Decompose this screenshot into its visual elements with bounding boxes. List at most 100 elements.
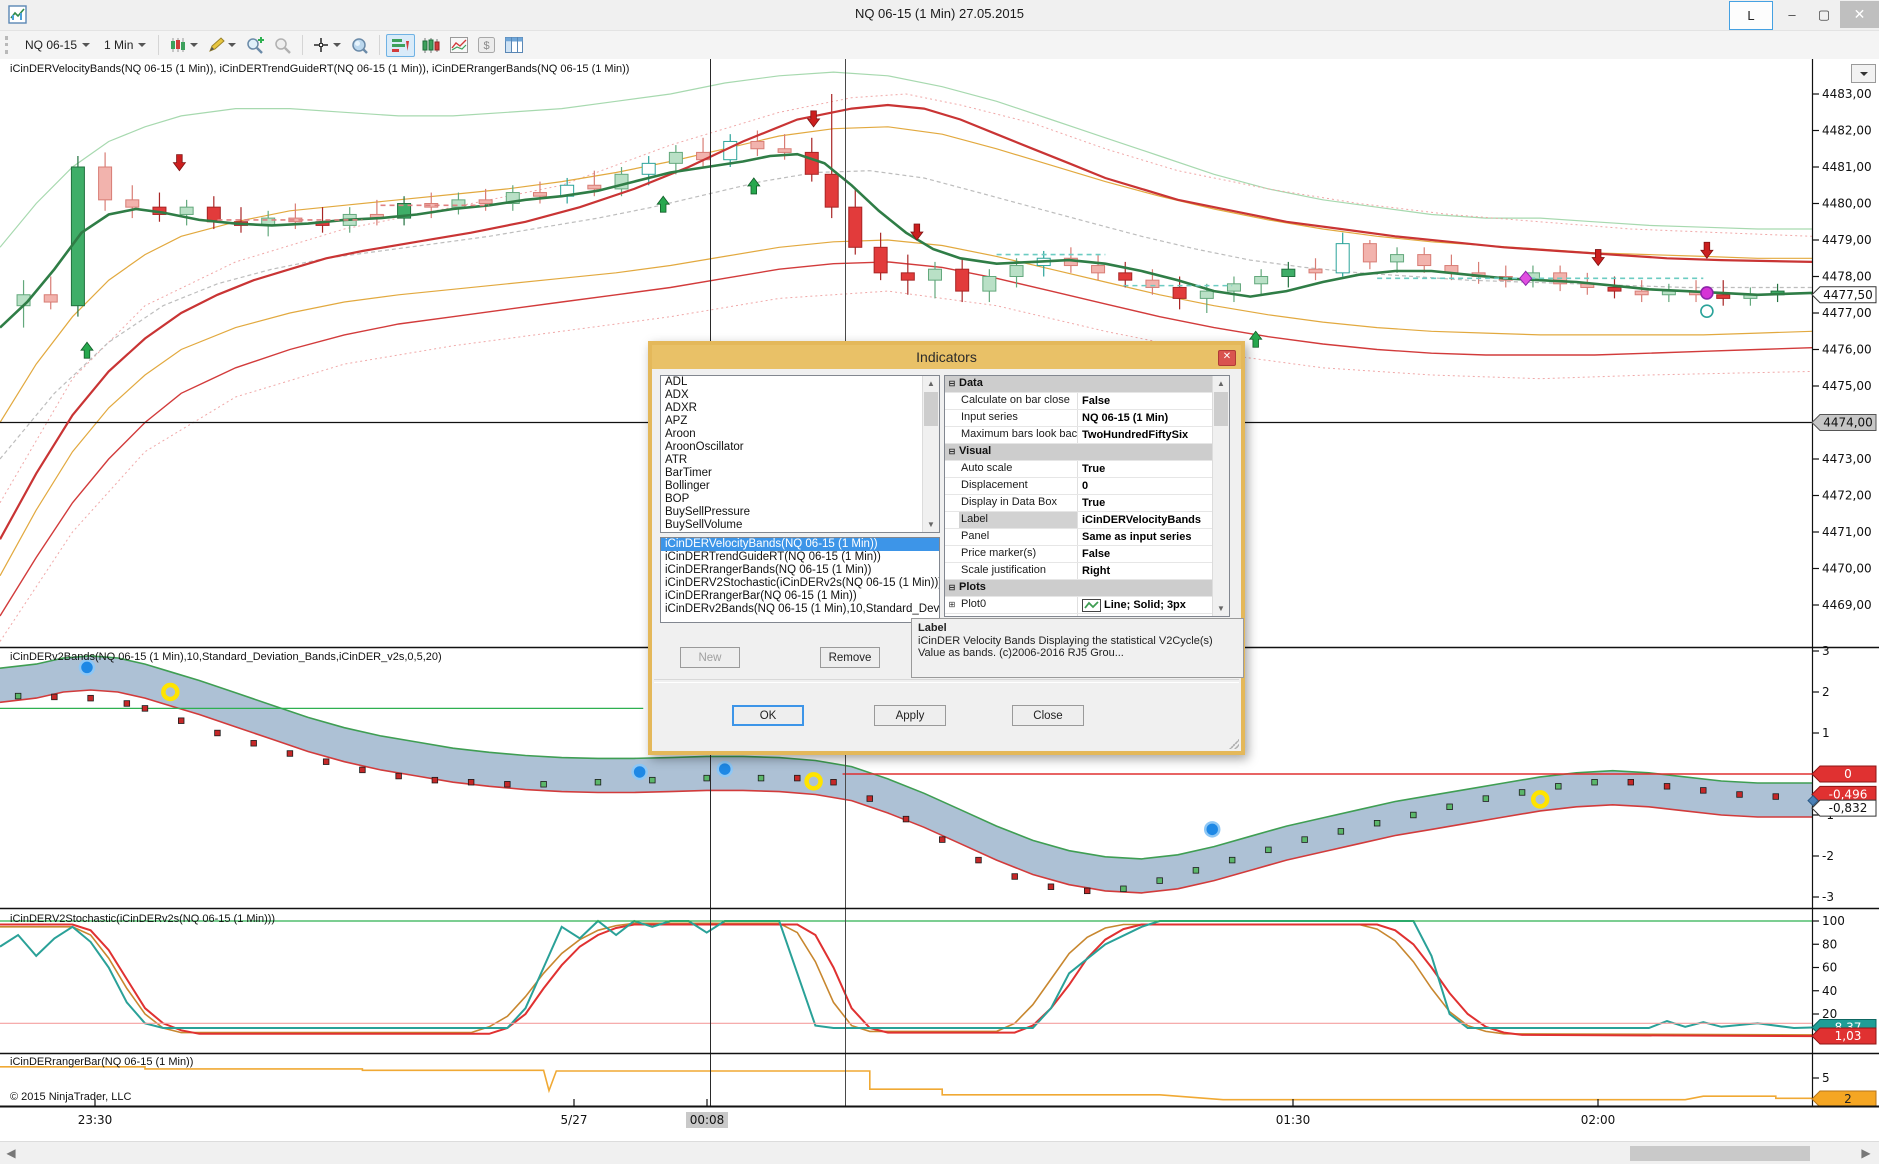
property-value[interactable]: Line; Solid; 2px: [1078, 614, 1229, 617]
property-row[interactable]: Auto scaleTrue: [945, 461, 1229, 478]
configured-indicator-item[interactable]: iCinDERVelocityBands(NQ 06-15 (1 Min)): [661, 538, 939, 551]
scroll-up-icon[interactable]: ▲: [1213, 376, 1229, 391]
property-value[interactable]: True: [1078, 495, 1229, 511]
configured-indicators-list[interactable]: iCinDERVelocityBands(NQ 06-15 (1 Min))iC…: [660, 537, 940, 623]
property-row[interactable]: Input seriesNQ 06-15 (1 Min): [945, 410, 1229, 427]
draw-tool-button[interactable]: [204, 35, 240, 55]
scroll-down-icon[interactable]: ▼: [923, 517, 939, 532]
indicator-option[interactable]: APZ: [661, 415, 939, 428]
configured-indicator-item[interactable]: iCinDERrangerBands(NQ 06-15 (1 Min)): [661, 564, 939, 577]
property-row[interactable]: ⊞Plot0Line; Solid; 3px: [945, 597, 1229, 614]
property-category[interactable]: ⊟Data: [945, 376, 1229, 393]
property-name[interactable]: Display in Data Box: [959, 495, 1078, 511]
property-name[interactable]: Plot0: [959, 597, 1078, 613]
property-name[interactable]: Price marker(s): [959, 546, 1078, 562]
property-name[interactable]: Input series: [959, 410, 1078, 426]
property-value[interactable]: Line; Solid; 3px: [1078, 597, 1229, 613]
grid-scrollbar[interactable]: ▲▼: [1212, 376, 1229, 616]
expand-icon[interactable]: ⊞: [945, 597, 959, 613]
dialog-close-button[interactable]: ✕: [1218, 350, 1236, 366]
link-button[interactable]: L: [1729, 1, 1773, 30]
property-value[interactable]: True: [1078, 461, 1229, 477]
property-row[interactable]: Displacement0: [945, 478, 1229, 495]
zoom-in-button[interactable]: [242, 35, 268, 56]
scroll-up-icon[interactable]: ▲: [923, 376, 939, 391]
property-name[interactable]: Scale justification: [959, 563, 1078, 579]
account-button[interactable]: $: [474, 35, 499, 55]
configured-indicator-item[interactable]: iCinDERTrendGuideRT(NQ 06-15 (1 Min)): [661, 551, 939, 564]
property-row[interactable]: Display in Data BoxTrue: [945, 495, 1229, 512]
property-row[interactable]: Scale justificationRight: [945, 563, 1229, 580]
data-grid-button[interactable]: [501, 35, 527, 55]
property-category[interactable]: ⊟Plots: [945, 580, 1229, 597]
remove-button[interactable]: Remove: [820, 647, 880, 668]
indicator-option[interactable]: ADXR: [661, 402, 939, 415]
property-category[interactable]: ⊟Visual: [945, 444, 1229, 461]
indicator-option[interactable]: BOP: [661, 493, 939, 506]
data-inspector-button[interactable]: [347, 35, 373, 56]
dialog-close-action-button[interactable]: Close: [1012, 705, 1084, 726]
scroll-left-icon[interactable]: ◀: [2, 1145, 20, 1162]
list-scrollbar[interactable]: ▲▼: [922, 376, 939, 532]
property-row[interactable]: LabeliCinDERVelocityBands: [945, 512, 1229, 529]
minimize-button[interactable]: –: [1776, 1, 1808, 28]
indicator-option[interactable]: BuySellPressure: [661, 506, 939, 519]
chart-trader-button[interactable]: [386, 34, 415, 57]
dom-button[interactable]: [417, 35, 444, 56]
configured-indicator-item[interactable]: iCinDERV2Stochastic(iCinDERv2s(NQ 06-15 …: [661, 577, 939, 590]
dialog-title-bar[interactable]: Indicators: [652, 345, 1241, 369]
instrument-selector[interactable]: NQ 06-15: [18, 36, 97, 54]
indicator-option[interactable]: BuySellVolume: [661, 519, 939, 532]
property-name[interactable]: Maximum bars look back: [959, 427, 1078, 443]
configured-indicator-item[interactable]: iCinDERv2Bands(NQ 06-15 (1 Min),10,Stand…: [661, 603, 939, 616]
property-value[interactable]: iCinDERVelocityBands: [1078, 512, 1229, 528]
scroll-right-icon[interactable]: ▶: [1857, 1145, 1875, 1162]
horizontal-scrollbar[interactable]: ◀ ▶: [0, 1141, 1879, 1164]
indicator-option[interactable]: ATR: [661, 454, 939, 467]
scale-dropdown-button[interactable]: [1851, 64, 1876, 83]
maximize-button[interactable]: ▢: [1808, 1, 1840, 28]
indicator-option[interactable]: ADX: [661, 389, 939, 402]
property-row[interactable]: PanelSame as input series: [945, 529, 1229, 546]
toolbar-grip[interactable]: [5, 36, 12, 54]
apply-button[interactable]: Apply: [874, 705, 946, 726]
property-name[interactable]: Displacement: [959, 478, 1078, 494]
indicator-option[interactable]: ADL: [661, 376, 939, 389]
property-row[interactable]: Maximum bars look backTwoHundredFiftySix: [945, 427, 1229, 444]
new-button[interactable]: New: [680, 647, 740, 668]
property-value[interactable]: 0: [1078, 478, 1229, 494]
property-name[interactable]: Plot1: [959, 614, 1078, 617]
property-value[interactable]: Right: [1078, 563, 1229, 579]
indicator-option[interactable]: Bollinger: [661, 480, 939, 493]
property-value[interactable]: Same as input series: [1078, 529, 1229, 545]
property-value[interactable]: TwoHundredFiftySix: [1078, 427, 1229, 443]
ok-button[interactable]: OK: [732, 705, 804, 726]
available-indicators-list[interactable]: ADLADXADXRAPZAroonAroonOscillatorATRBarT…: [660, 375, 940, 533]
chart-style-button[interactable]: [165, 35, 202, 55]
property-name[interactable]: Panel: [959, 529, 1078, 545]
property-name[interactable]: Auto scale: [959, 461, 1078, 477]
scrollbar-thumb[interactable]: [1630, 1146, 1810, 1161]
crosshair-button[interactable]: [309, 35, 345, 55]
indicator-option[interactable]: AroonOscillator: [661, 441, 939, 454]
property-value[interactable]: False: [1078, 393, 1229, 409]
collapse-icon[interactable]: ⊟: [945, 444, 959, 460]
zoom-out-button[interactable]: [270, 35, 296, 56]
interval-selector[interactable]: 1 Min: [97, 36, 153, 54]
property-name[interactable]: Calculate on bar close: [959, 393, 1078, 409]
property-row[interactable]: Price marker(s)False: [945, 546, 1229, 563]
property-grid[interactable]: ⊟DataCalculate on bar closeFalseInput se…: [944, 375, 1230, 617]
expand-icon[interactable]: ⊞: [945, 614, 959, 617]
property-name[interactable]: Label: [959, 512, 1078, 528]
scroll-down-icon[interactable]: ▼: [1213, 601, 1229, 616]
property-value[interactable]: False: [1078, 546, 1229, 562]
close-button[interactable]: ✕: [1840, 1, 1879, 28]
collapse-icon[interactable]: ⊟: [945, 376, 959, 392]
configured-indicator-item[interactable]: iCinDERrangerBar(NQ 06-15 (1 Min)): [661, 590, 939, 603]
property-value[interactable]: NQ 06-15 (1 Min): [1078, 410, 1229, 426]
mini-chart-button[interactable]: [446, 35, 472, 55]
property-row[interactable]: Calculate on bar closeFalse: [945, 393, 1229, 410]
indicator-option[interactable]: BarTimer: [661, 467, 939, 480]
property-row[interactable]: ⊞Plot1Line; Solid; 2px: [945, 614, 1229, 617]
indicator-option[interactable]: Aroon: [661, 428, 939, 441]
